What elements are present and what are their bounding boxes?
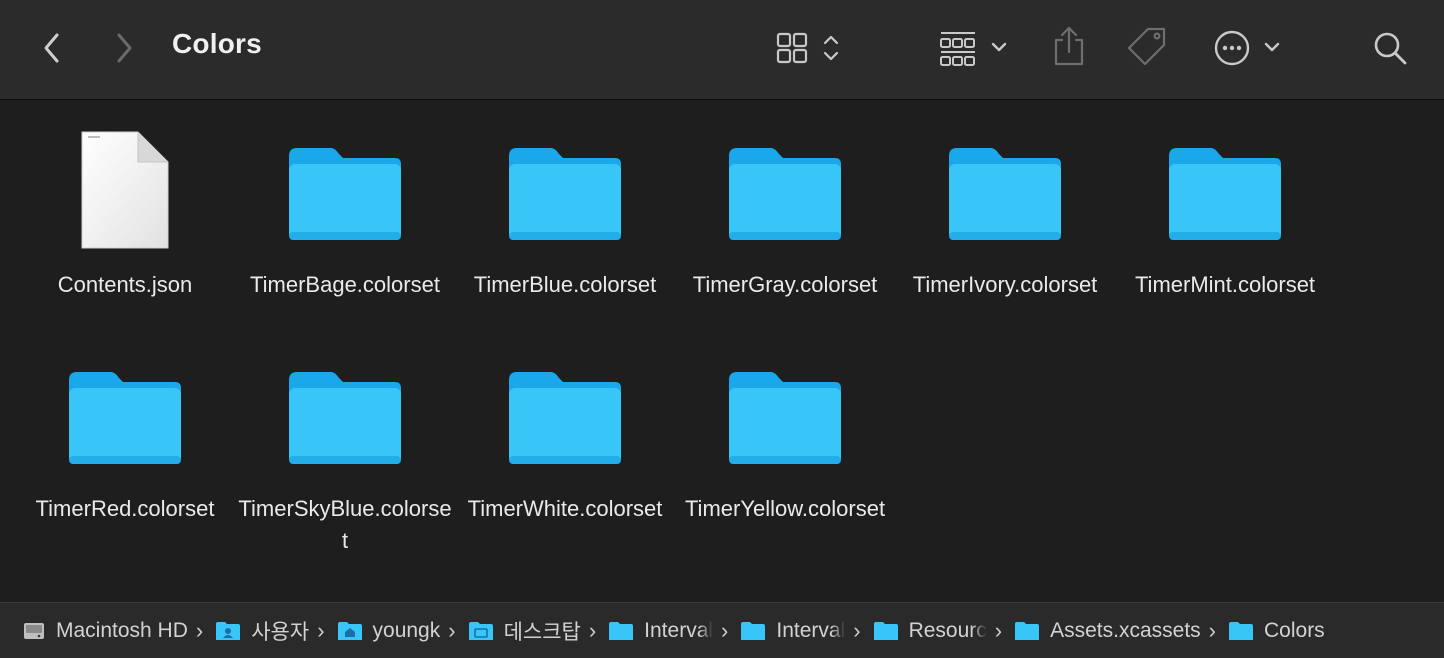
- folder-name: TimerSkyBlue.colorset: [238, 496, 452, 553]
- folder-icon: [289, 372, 401, 464]
- share-button[interactable]: [1050, 24, 1088, 68]
- path-separator: ›: [853, 617, 861, 643]
- folder-icon: [729, 372, 841, 464]
- tag-icon: [1127, 27, 1166, 66]
- search-icon: [1374, 32, 1407, 65]
- folder-item[interactable]: TimerIvory.colorset: [895, 130, 1115, 330]
- tag-button[interactable]: [1124, 24, 1170, 70]
- folder-name: TimerBage.colorset: [250, 272, 440, 297]
- folder-icon: [1228, 620, 1254, 642]
- folder-icon: [873, 620, 899, 642]
- folder-icon: [729, 148, 841, 240]
- folder-icon: [1169, 148, 1281, 240]
- path-item-label: Interval: [776, 618, 846, 642]
- file-grid: Contents.json TimerBage.colorset TimerBl…: [0, 100, 1444, 602]
- path-item[interactable]: 데스크탑: [468, 616, 581, 646]
- folder-icon: [949, 148, 1061, 240]
- path-item[interactable]: Interval: [740, 619, 845, 643]
- path-item-label: Assets.xcassets: [1050, 618, 1201, 642]
- folder-item[interactable]: TimerRed.colorset: [15, 354, 235, 554]
- path-item[interactable]: Assets.xcassets: [1014, 619, 1201, 643]
- folder-name: TimerGray.colorset: [692, 272, 878, 297]
- path-separator: ›: [317, 617, 325, 643]
- folder-item[interactable]: TimerMint.colorset: [1115, 130, 1335, 330]
- path-item[interactable]: Macintosh HD: [22, 619, 188, 643]
- chevron-left-icon: [44, 33, 59, 63]
- users-folder-icon: [215, 620, 241, 642]
- folder-item[interactable]: TimerGray.colorset: [675, 130, 895, 330]
- file-name: Contents.json: [57, 272, 193, 297]
- path-item-label: youngk: [372, 618, 441, 642]
- path-item-label: Colors: [1264, 618, 1325, 642]
- path-separator: ›: [195, 617, 204, 643]
- folder-item[interactable]: TimerSkyBlue.colorset: [235, 354, 455, 554]
- folder-icon: [740, 620, 766, 642]
- path-separator: ›: [994, 617, 1003, 643]
- ellipsis-circle-icon: [1214, 30, 1280, 66]
- path-item[interactable]: 사용자: [215, 616, 309, 646]
- path-item-label: 사용자: [251, 620, 310, 644]
- folder-name: TimerRed.colorset: [35, 496, 215, 521]
- folder-name: TimerWhite.colorset: [467, 496, 663, 521]
- toolbar: Colors: [0, 0, 1444, 100]
- hard-drive-icon: [22, 619, 46, 643]
- desktop-folder-icon: [468, 620, 494, 642]
- folder-icon: [289, 148, 401, 240]
- folder-name: TimerBlue.colorset: [473, 272, 657, 297]
- path-item[interactable]: Interval: [608, 619, 713, 643]
- folder-icon: [1014, 620, 1040, 642]
- more-actions-button[interactable]: [1212, 28, 1284, 68]
- path-item-label: Macintosh HD: [56, 618, 188, 642]
- folder-item[interactable]: TimerYellow.colorset: [675, 354, 895, 554]
- forward-button[interactable]: [108, 28, 140, 68]
- path-item[interactable]: Resourc: [873, 619, 987, 643]
- path-separator: ›: [1208, 617, 1216, 643]
- folder-icon: [509, 372, 621, 464]
- folder-item[interactable]: TimerWhite.colorset: [455, 354, 675, 554]
- path-item[interactable]: youngk: [337, 618, 441, 643]
- home-folder-icon: [337, 620, 363, 642]
- path-separator: ›: [721, 617, 729, 643]
- folder-item[interactable]: TimerBage.colorset: [235, 130, 455, 330]
- folder-name: TimerYellow.colorset: [684, 496, 886, 521]
- group-by-icon: [940, 32, 1007, 66]
- chevron-right-icon: [117, 33, 132, 63]
- folder-icon: [69, 372, 181, 464]
- folder-icon: [608, 620, 634, 642]
- path-item-label: 데스크탑: [503, 620, 581, 644]
- folder-item[interactable]: TimerBlue.colorset: [455, 130, 675, 330]
- path-item-label: Resourc: [908, 618, 987, 642]
- folder-name: TimerIvory.colorset: [912, 272, 1098, 297]
- document-icon: [81, 131, 169, 249]
- path-separator: ›: [588, 617, 597, 643]
- window-title: Colors: [172, 28, 262, 59]
- path-separator: ›: [448, 617, 456, 643]
- view-mode-button[interactable]: [774, 30, 846, 66]
- icon-grid-view-icon: [776, 32, 839, 64]
- path-item-label: Interval: [644, 618, 714, 642]
- folder-icon: [509, 148, 621, 240]
- file-item[interactable]: Contents.json: [15, 130, 235, 330]
- folder-name: TimerMint.colorset: [1134, 272, 1316, 297]
- back-button[interactable]: [36, 28, 68, 68]
- group-by-button[interactable]: [938, 28, 1010, 68]
- path-item[interactable]: Colors: [1228, 619, 1325, 643]
- search-button[interactable]: [1370, 28, 1410, 68]
- share-icon: [1054, 26, 1084, 66]
- path-bar: Macintosh HD › 사용자 › youngk › 데스크탑 › Int…: [0, 602, 1444, 658]
